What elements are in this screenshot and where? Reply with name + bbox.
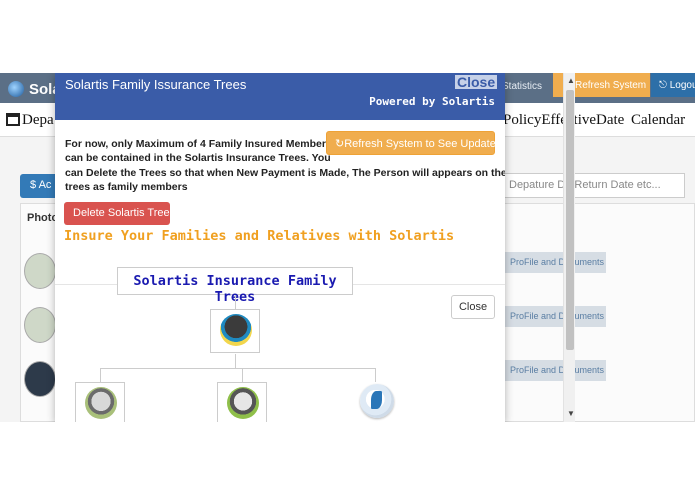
refresh-icon: ↻: [335, 138, 345, 150]
scroll-down-arrow[interactable]: ▼: [567, 409, 575, 418]
modal-title: Solartis Family Issurance Trees: [65, 77, 247, 92]
menu-item-departure[interactable]: Depa: [22, 112, 54, 129]
browser-viewport: Sola Statistics Refresh System ⎋ Logou D…: [0, 73, 695, 422]
search-input[interactable]: Depature Da Return Date etc...: [500, 173, 685, 198]
notice-line: can Delete the Trees so that when New Pa…: [65, 166, 505, 179]
nav-logout-button[interactable]: ⎋ Logou: [651, 73, 695, 97]
profile-documents-button[interactable]: ProFile and Documents: [500, 306, 606, 327]
family-trees-modal: Solartis Family Issurance Trees Close Po…: [55, 73, 505, 422]
nav-logout-label: Logou: [669, 80, 695, 91]
photo-column-header: Photo: [27, 212, 59, 224]
nav-refresh-label: Refresh System: [575, 80, 647, 91]
scrollbar-thumb[interactable]: [566, 90, 574, 350]
tree-connector: [100, 368, 101, 382]
avatar: [24, 361, 56, 397]
notice-line: trees as family members: [65, 180, 188, 193]
app-logo-icon: [8, 81, 24, 97]
refresh-system-button[interactable]: ↻Refresh System to See Updates: [326, 131, 501, 155]
avatar: [24, 307, 56, 343]
refresh-button-label: Refresh System to See Updates: [344, 138, 502, 150]
delete-tree-button[interactable]: Delete Solartis Tree: [64, 202, 170, 225]
menu-item-calendar[interactable]: Calendar: [631, 112, 685, 129]
tree-connector: [100, 368, 376, 369]
insure-families-heading: Insure Your Families and Relatives with …: [64, 228, 455, 244]
tree-connector: [235, 354, 236, 368]
member-photo: [85, 387, 117, 419]
tree-node-member[interactable]: [75, 382, 125, 422]
powered-by-text: Powered by Solartis: [369, 95, 495, 108]
member-photo: [220, 314, 252, 346]
calendar-icon: [6, 113, 20, 126]
page-scrollbar[interactable]: ▲ ▼: [563, 73, 575, 422]
logout-icon: ⎋: [659, 80, 667, 91]
tree-connector: [375, 368, 376, 382]
scroll-up-arrow[interactable]: ▲: [567, 76, 575, 85]
modal-header: Solartis Family Issurance Trees Close Po…: [55, 73, 505, 120]
nav-statistics-link[interactable]: Statistics: [502, 73, 552, 99]
modal-close-button[interactable]: Close: [455, 75, 498, 89]
tree-node-root[interactable]: [210, 309, 260, 353]
profile-documents-button[interactable]: ProFile and Documents: [500, 252, 606, 273]
avatar: [24, 253, 56, 289]
tree-node-member[interactable]: [217, 382, 267, 422]
solartis-logo-icon: [360, 384, 394, 418]
member-photo: [227, 387, 259, 419]
tree-title-box: Solartis Insurance Family Trees: [117, 267, 353, 305]
inner-close-button[interactable]: Close: [451, 295, 495, 319]
tree-connector: [235, 295, 236, 309]
tree-connector: [242, 368, 243, 382]
profile-documents-button[interactable]: ProFile and Documents: [500, 360, 606, 381]
